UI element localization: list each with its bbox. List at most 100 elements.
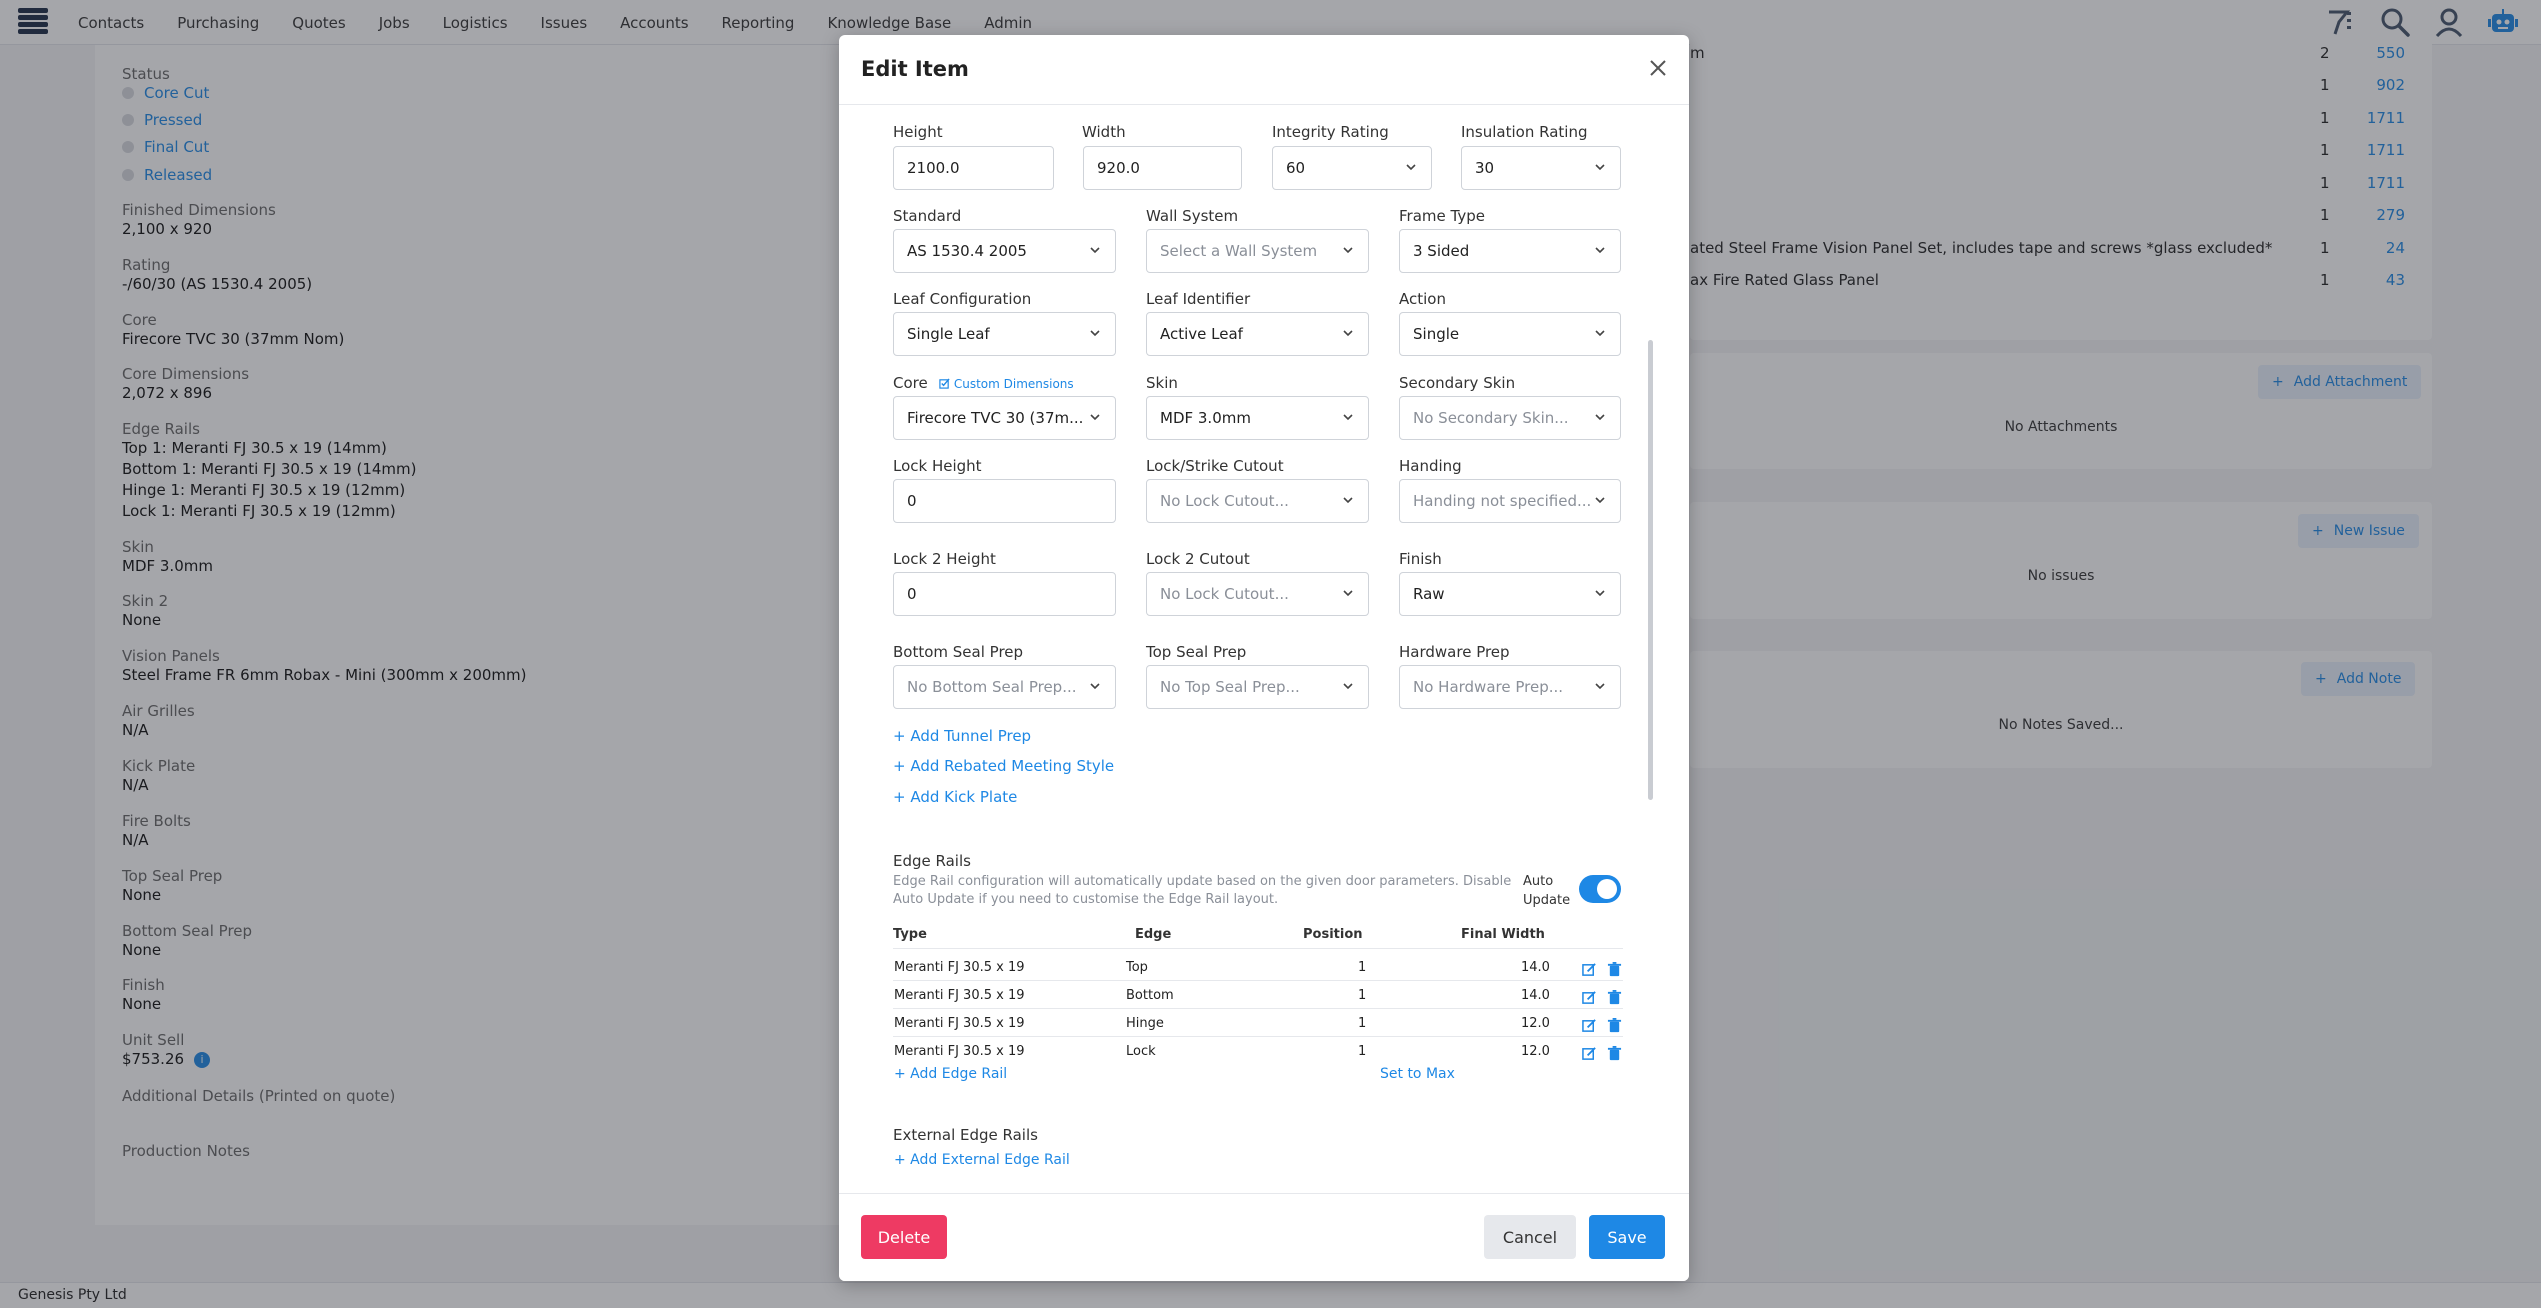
modal-scrollbar[interactable]	[1648, 340, 1653, 800]
close-icon[interactable]	[1645, 55, 1671, 81]
leaf-configuration-select[interactable]: Single Leaf	[893, 312, 1116, 356]
lock2-height-label: Lock 2 Height	[893, 550, 996, 568]
row-type: Meranti FJ 30.5 x 19	[894, 1044, 1025, 1059]
set-to-max-link[interactable]: Set to Max	[1380, 1066, 1455, 1082]
lock-height-label: Lock Height	[893, 457, 982, 475]
col-position: Position	[1303, 927, 1363, 942]
row-edge: Hinge	[1126, 1016, 1164, 1031]
chevron-down-icon	[1406, 164, 1416, 171]
row-position: 1	[1358, 988, 1367, 1003]
chevron-down-icon	[1595, 330, 1605, 337]
standard-select[interactable]: AS 1530.4 2005	[893, 229, 1116, 273]
lock2-cutout-select[interactable]: No Lock Cutout...	[1146, 572, 1369, 616]
row-position: 1	[1358, 1044, 1367, 1059]
edit-icon[interactable]	[1582, 962, 1597, 977]
hardware-prep-label: Hardware Prep	[1399, 643, 1510, 661]
edit-checkbox-icon	[939, 378, 950, 389]
add-external-edge-rail-link[interactable]: + Add External Edge Rail	[894, 1152, 1070, 1168]
skin-select[interactable]: MDF 3.0mm	[1146, 396, 1369, 440]
handing-select[interactable]: Handing not specified...	[1399, 479, 1621, 523]
col-edge: Edge	[1135, 927, 1172, 942]
row-type: Meranti FJ 30.5 x 19	[894, 1016, 1025, 1031]
chevron-down-icon	[1090, 247, 1100, 254]
chevron-down-icon	[1343, 247, 1353, 254]
top-seal-prep-label: Top Seal Prep	[1146, 643, 1247, 661]
row-final-width: 12.0	[1521, 1016, 1550, 1031]
width-label: Width	[1082, 123, 1126, 141]
leaf-identifier-select[interactable]: Active Leaf	[1146, 312, 1369, 356]
bottom-seal-prep-select[interactable]: No Bottom Seal Prep...	[893, 665, 1116, 709]
modal-header: Edit Item	[839, 35, 1689, 105]
trash-icon[interactable]	[1607, 1018, 1622, 1033]
wall-system-label: Wall System	[1146, 207, 1239, 225]
chevron-down-icon	[1343, 590, 1353, 597]
leaf-configuration-label: Leaf Configuration	[893, 290, 1032, 308]
chevron-down-icon	[1595, 247, 1605, 254]
core-label: Core	[893, 374, 928, 392]
custom-dimensions-checkbox[interactable]: Custom Dimensions	[939, 377, 1074, 391]
core-select[interactable]: Firecore TVC 30 (37m...	[893, 396, 1116, 440]
row-position: 1	[1358, 1016, 1367, 1031]
lock-height-input[interactable]: 0	[893, 479, 1116, 523]
auto-update-label: Auto Update	[1523, 874, 1571, 908]
skin-label: Skin	[1146, 374, 1178, 392]
add-edge-rail-link[interactable]: + Add Edge Rail	[894, 1066, 1007, 1082]
frame-type-select[interactable]: 3 Sided	[1399, 229, 1621, 273]
bottom-seal-prep-label: Bottom Seal Prep	[893, 643, 1024, 661]
table-divider	[893, 980, 1623, 981]
width-input[interactable]: 920.0	[1083, 146, 1242, 190]
modal-title: Edit Item	[861, 57, 969, 81]
hardware-prep-select[interactable]: No Hardware Prep...	[1399, 665, 1621, 709]
row-final-width: 14.0	[1521, 988, 1550, 1003]
chevron-down-icon	[1595, 414, 1605, 421]
col-final-width: Final Width	[1461, 927, 1545, 942]
edge-rails-help-line2: Auto Update if you need to customise the…	[893, 892, 1279, 907]
chevron-down-icon	[1595, 590, 1605, 597]
lock2-height-input[interactable]: 0	[893, 572, 1116, 616]
frame-type-label: Frame Type	[1399, 207, 1485, 225]
lock-strike-cutout-select[interactable]: No Lock Cutout...	[1146, 479, 1369, 523]
row-final-width: 14.0	[1521, 960, 1550, 975]
row-edge: Bottom	[1126, 988, 1174, 1003]
add-kick-plate-link[interactable]: + Add Kick Plate	[893, 788, 1017, 806]
chevron-down-icon	[1595, 683, 1605, 690]
action-label: Action	[1399, 290, 1446, 308]
add-tunnel-prep-link[interactable]: + Add Tunnel Prep	[893, 727, 1031, 745]
insulation-rating-select[interactable]: 30	[1461, 146, 1621, 190]
trash-icon[interactable]	[1607, 962, 1622, 977]
edit-icon[interactable]	[1582, 1046, 1597, 1061]
standard-label: Standard	[893, 207, 962, 225]
edit-icon[interactable]	[1582, 1018, 1597, 1033]
auto-update-toggle[interactable]	[1579, 875, 1621, 903]
finish-label: Finish	[1399, 550, 1442, 568]
chevron-down-icon	[1343, 497, 1353, 504]
secondary-skin-label: Secondary Skin	[1399, 374, 1516, 392]
delete-button[interactable]: Delete	[861, 1215, 947, 1259]
top-seal-prep-select[interactable]: No Top Seal Prep...	[1146, 665, 1369, 709]
row-type: Meranti FJ 30.5 x 19	[894, 960, 1025, 975]
action-select[interactable]: Single	[1399, 312, 1621, 356]
trash-icon[interactable]	[1607, 1046, 1622, 1061]
edit-icon[interactable]	[1582, 990, 1597, 1005]
lock2-cutout-label: Lock 2 Cutout	[1146, 550, 1250, 568]
height-input[interactable]: 2100.0	[893, 146, 1054, 190]
leaf-identifier-label: Leaf Identifier	[1146, 290, 1251, 308]
modal-body: Height Width Integrity Rating Insulation…	[839, 106, 1689, 1193]
height-label: Height	[893, 123, 943, 141]
trash-icon[interactable]	[1607, 990, 1622, 1005]
table-divider	[893, 1008, 1623, 1009]
edge-rails-help-line1: Edge Rail configuration will automatical…	[893, 874, 1512, 889]
cancel-button[interactable]: Cancel	[1484, 1215, 1576, 1259]
chevron-down-icon	[1595, 497, 1605, 504]
chevron-down-icon	[1343, 414, 1353, 421]
save-button[interactable]: Save	[1589, 1215, 1665, 1259]
finish-select[interactable]: Raw	[1399, 572, 1621, 616]
wall-system-select[interactable]: Select a Wall System	[1146, 229, 1369, 273]
table-divider	[893, 948, 1623, 949]
row-type: Meranti FJ 30.5 x 19	[894, 988, 1025, 1003]
secondary-skin-select[interactable]: No Secondary Skin...	[1399, 396, 1621, 440]
row-position: 1	[1358, 960, 1367, 975]
row-edge: Top	[1126, 960, 1148, 975]
add-rebated-meeting-style-link[interactable]: + Add Rebated Meeting Style	[893, 757, 1114, 775]
integrity-rating-select[interactable]: 60	[1272, 146, 1432, 190]
